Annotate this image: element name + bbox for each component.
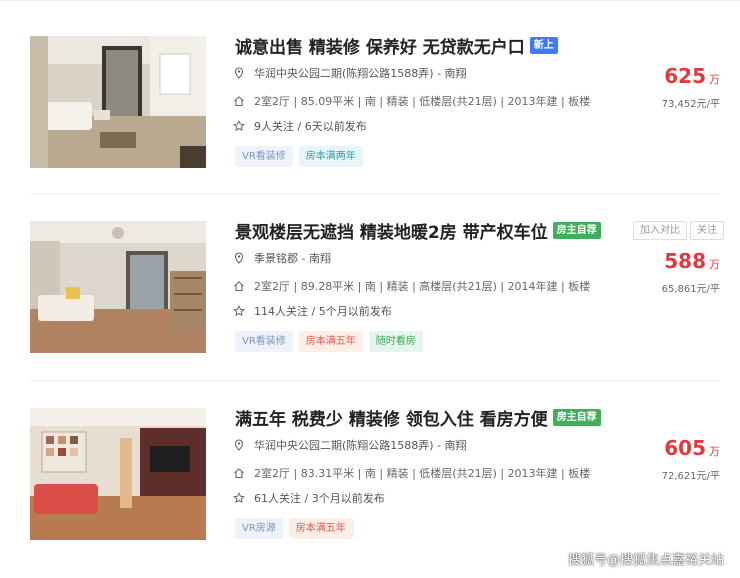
location-text[interactable]: 华润中央公园二期(陈翔公路1588弄) - 南翔 — [254, 65, 467, 81]
follow-info-text: 61人关注 / 3个月以前发布 — [254, 492, 385, 505]
visit-anytime-badge: 随时看房 — [368, 331, 423, 352]
price-unit: 万 — [709, 73, 720, 86]
price-value: 588 — [664, 249, 706, 273]
listing-title[interactable]: 满五年 税费少 精装修 领包入住 看房方便 — [235, 405, 548, 430]
listing-title[interactable]: 诚意出售 精装修 保养好 无贷款无户口 — [235, 33, 525, 58]
price-value: 625 — [664, 64, 706, 88]
location-text[interactable]: 季景铭郡 - 南翔 — [254, 250, 331, 266]
follow-row: 9人关注 / 6天以前发布 — [233, 118, 367, 134]
follow-info-text: 9人关注 / 6天以前发布 — [254, 120, 367, 133]
owner-recommended-tag: 房主自荐 — [552, 408, 601, 426]
add-to-compare-button[interactable]: 加入对比 — [633, 221, 687, 240]
owner-recommended-tag: 房主自荐 — [552, 221, 601, 239]
feature-badges: VR看装修 房本满五年 随时看房 — [235, 331, 429, 352]
feature-badges: VR看装修 房本满两年 — [235, 146, 369, 167]
tax-five-years-badge: 房本满五年 — [288, 518, 353, 539]
vr-badge[interactable]: VR看装修 — [235, 331, 293, 352]
top-divider — [0, 0, 740, 1]
listing-photo[interactable] — [30, 221, 206, 353]
location-text[interactable]: 华润中央公园二期(陈翔公路1588弄) - 南翔 — [254, 437, 467, 453]
tax-five-years-badge: 房本满五年 — [298, 331, 363, 352]
follow-info-text: 114人关注 / 5个月以前发布 — [254, 305, 392, 318]
house-icon — [234, 96, 244, 107]
star-icon — [233, 492, 245, 504]
price-value: 605 — [664, 436, 706, 460]
house-icon — [234, 281, 244, 292]
follow-row: 61人关注 / 3个月以前发布 — [233, 490, 385, 506]
total-price: 625 万 — [664, 64, 720, 88]
listing-divider — [30, 380, 720, 381]
house-info-text: 2室2厅 | 83.31平米 | 南 | 精装 | 低楼层(共21层) | 20… — [254, 467, 591, 480]
location-row: 季景铭郡 - 南翔 — [233, 250, 331, 266]
feature-badges: VR房源 房本满五年 — [235, 518, 359, 539]
tax-two-years-badge: 房本满两年 — [298, 146, 363, 167]
follow-row: 114人关注 / 5个月以前发布 — [233, 303, 392, 319]
vr-badge[interactable]: VR房源 — [235, 518, 283, 539]
price-unit: 万 — [709, 258, 720, 271]
total-price: 588 万 — [664, 249, 720, 273]
location-pin-icon — [234, 252, 244, 264]
house-icon — [234, 468, 244, 479]
house-info-text: 2室2厅 | 89.28平米 | 南 | 精装 | 高楼层(共21层) | 20… — [254, 280, 591, 293]
watermark: 搜狐号@搜狐焦点嘉裕关站 — [567, 553, 724, 568]
new-listing-tag: 新上 — [529, 36, 558, 54]
total-price: 605 万 — [664, 436, 720, 460]
listing-card[interactable]: 诚意出售 精装修 保养好 无贷款无户口 新上 华润中央公园二期(陈翔公路1588… — [0, 36, 740, 206]
star-icon — [233, 120, 245, 132]
location-row: 华润中央公园二期(陈翔公路1588弄) - 南翔 — [233, 65, 467, 81]
unit-price: 73,452元/平 — [661, 99, 720, 110]
price-unit: 万 — [709, 445, 720, 458]
listing-card[interactable]: 景观楼层无遮挡 精装地暖2房 带产权车位 房主自荐 加入对比 关注 季景铭郡 -… — [0, 221, 740, 391]
unit-price: 65,861元/平 — [661, 284, 720, 295]
star-icon — [233, 305, 245, 317]
unit-price: 72,621元/平 — [661, 471, 720, 482]
house-info-row: 2室2厅 | 89.28平米 | 南 | 精装 | 高楼层(共21层) | 20… — [233, 278, 590, 294]
house-info-row: 2室2厅 | 83.31平米 | 南 | 精装 | 低楼层(共21层) | 20… — [233, 465, 590, 481]
location-pin-icon — [234, 439, 244, 451]
listing-photo[interactable] — [30, 408, 206, 540]
location-pin-icon — [234, 67, 244, 79]
location-row: 华润中央公园二期(陈翔公路1588弄) - 南翔 — [233, 437, 467, 453]
listing-title[interactable]: 景观楼层无遮挡 精装地暖2房 带产权车位 — [235, 218, 548, 243]
vr-badge[interactable]: VR看装修 — [235, 146, 293, 167]
house-info-row: 2室2厅 | 85.09平米 | 南 | 精装 | 低楼层(共21层) | 20… — [233, 93, 590, 109]
follow-button[interactable]: 关注 — [690, 221, 724, 240]
house-info-text: 2室2厅 | 85.09平米 | 南 | 精装 | 低楼层(共21层) | 20… — [254, 95, 591, 108]
listing-divider — [30, 194, 720, 195]
listing-photo[interactable] — [30, 36, 206, 168]
